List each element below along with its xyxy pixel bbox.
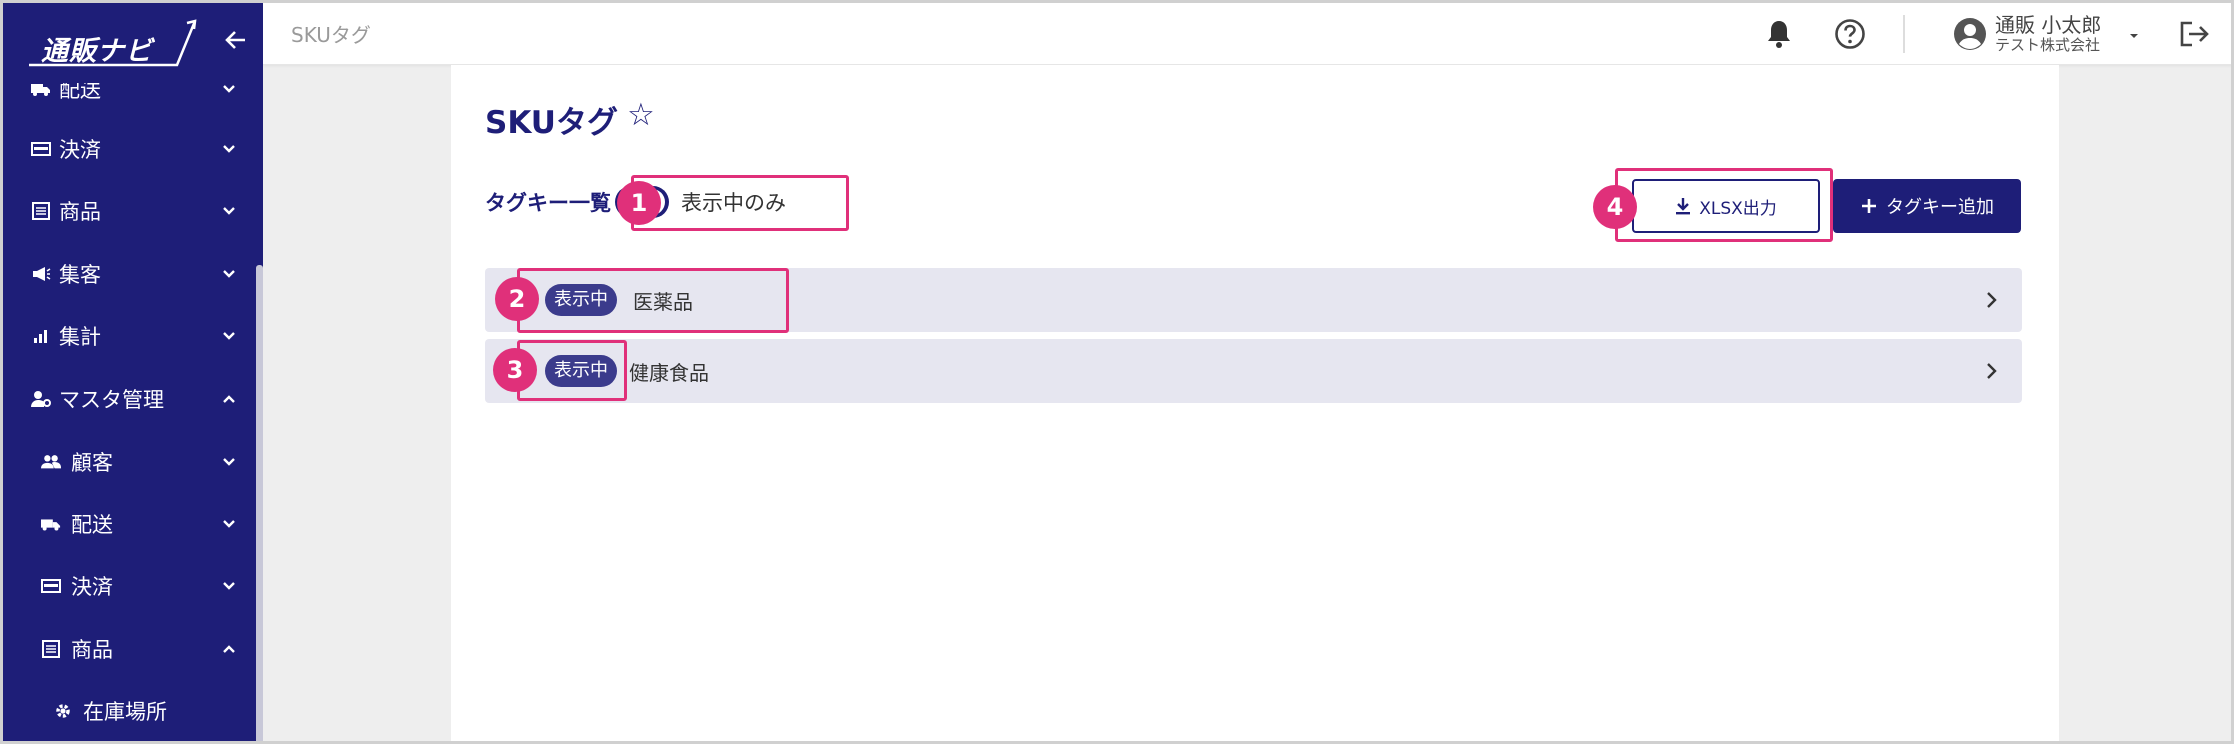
highlight-box <box>1615 168 1833 242</box>
chevron-down-icon <box>223 332 235 340</box>
sidebar-item-label: 決済 <box>59 138 101 162</box>
user-menu[interactable]: 通販 小太郎 テスト株式会社 <box>1953 9 2143 59</box>
sidebar-item-label: 配送 <box>71 513 113 537</box>
highlight-box <box>631 175 849 231</box>
sidebar-scrollbar[interactable] <box>256 265 263 741</box>
payment-icon <box>31 139 51 159</box>
logo-bar: 通販ナビ <box>3 3 263 83</box>
app-window: 配送 通販ナビ 決済 商品 集客 集計 マスタ管理 顧客 配送 決済 商品 在庫… <box>0 0 2234 744</box>
chevron-right-icon <box>1987 292 1997 308</box>
sidebar-item-stock-location[interactable]: 在庫場所 <box>3 683 253 739</box>
help-icon <box>1835 19 1865 49</box>
chevron-down-icon <box>223 270 235 278</box>
logo-text: 通販ナビ <box>41 36 153 67</box>
callout-marker: 2 <box>495 277 539 321</box>
chevron-down-icon <box>223 458 235 466</box>
chevron-down-icon <box>223 582 235 590</box>
sidebar-item-analytics[interactable]: 集計 <box>3 308 253 364</box>
sidebar-item-label: マスタ管理 <box>59 388 164 412</box>
megaphone-icon <box>31 264 51 284</box>
sidebar-item-master-products[interactable]: 商品 <box>3 621 253 677</box>
main-content: SKUタグ ☆ タグキー一覧 表示中のみ XLSX出力 タグキー追加 表示中 医… <box>451 65 2059 741</box>
bar-chart-icon <box>31 326 51 346</box>
chevron-right-icon <box>1987 363 1997 379</box>
chevron-up-icon <box>223 395 235 403</box>
gear-icon <box>53 701 73 721</box>
product-list-icon <box>31 201 51 221</box>
user-company: テスト株式会社 <box>1995 36 2101 54</box>
add-tag-key-label: タグキー追加 <box>1886 197 1994 218</box>
sidebar-item-marketing[interactable]: 集客 <box>3 246 253 302</box>
section-label: タグキー一覧 <box>485 191 611 215</box>
sidebar-item-label: 集客 <box>59 263 101 287</box>
payment-icon <box>41 576 61 596</box>
sidebar-item-payment[interactable]: 決済 <box>3 121 253 177</box>
favorite-star-icon[interactable]: ☆ <box>627 97 655 133</box>
plus-icon <box>1862 199 1876 213</box>
tag-row[interactable]: 表示中 健康食品 <box>485 339 2022 403</box>
breadcrumb: SKUタグ <box>291 23 371 47</box>
caret-down-icon <box>2130 34 2138 38</box>
arrow-left-icon <box>225 31 245 49</box>
highlight-box <box>517 268 789 333</box>
sidebar-item-label: 決済 <box>71 575 113 599</box>
sidebar-item-label: 商品 <box>71 638 113 662</box>
customers-icon <box>41 452 61 472</box>
user-settings-icon <box>31 389 51 409</box>
chevron-down-icon <box>223 145 235 153</box>
truck-icon <box>41 514 61 534</box>
app-logo[interactable]: 通販ナビ <box>27 17 197 69</box>
logout-button[interactable] <box>2177 17 2211 51</box>
logout-icon <box>2180 21 2209 47</box>
callout-marker: 4 <box>1593 185 1637 229</box>
chevron-up-icon <box>223 645 235 653</box>
chevron-down-icon <box>223 207 235 215</box>
sidebar-item-products[interactable]: 商品 <box>3 183 253 239</box>
collapse-sidebar-button[interactable] <box>221 25 251 55</box>
sidebar-item-customers[interactable]: 顧客 <box>3 434 253 490</box>
topbar-divider <box>1903 15 1905 53</box>
help-button[interactable] <box>1833 17 1867 51</box>
sidebar: 配送 通販ナビ 決済 商品 集客 集計 マスタ管理 顧客 配送 決済 商品 在庫… <box>3 3 263 741</box>
sidebar-item-label: 商品 <box>59 200 101 224</box>
page-title: SKUタグ <box>485 105 618 141</box>
sidebar-item-master-payment[interactable]: 決済 <box>3 558 253 614</box>
product-list-icon <box>41 639 61 659</box>
account-circle-icon <box>1954 18 1986 50</box>
bell-icon <box>1768 21 1790 48</box>
sidebar-item-label: 集計 <box>59 325 101 349</box>
sidebar-item-label: 顧客 <box>71 451 113 475</box>
callout-marker: 3 <box>493 348 537 392</box>
add-tag-key-button[interactable]: タグキー追加 <box>1833 179 2021 233</box>
callout-marker: 1 <box>617 181 661 225</box>
sidebar-item-label: 在庫場所 <box>83 700 167 724</box>
sidebar-item-master[interactable]: マスタ管理 <box>3 371 253 427</box>
tag-name: 健康食品 <box>629 361 709 385</box>
chevron-down-icon <box>223 520 235 528</box>
notifications-button[interactable] <box>1762 17 1796 51</box>
top-bar: SKUタグ 通販 小太郎 テスト株式会社 <box>263 3 2231 65</box>
sidebar-item-master-delivery[interactable]: 配送 <box>3 496 253 552</box>
